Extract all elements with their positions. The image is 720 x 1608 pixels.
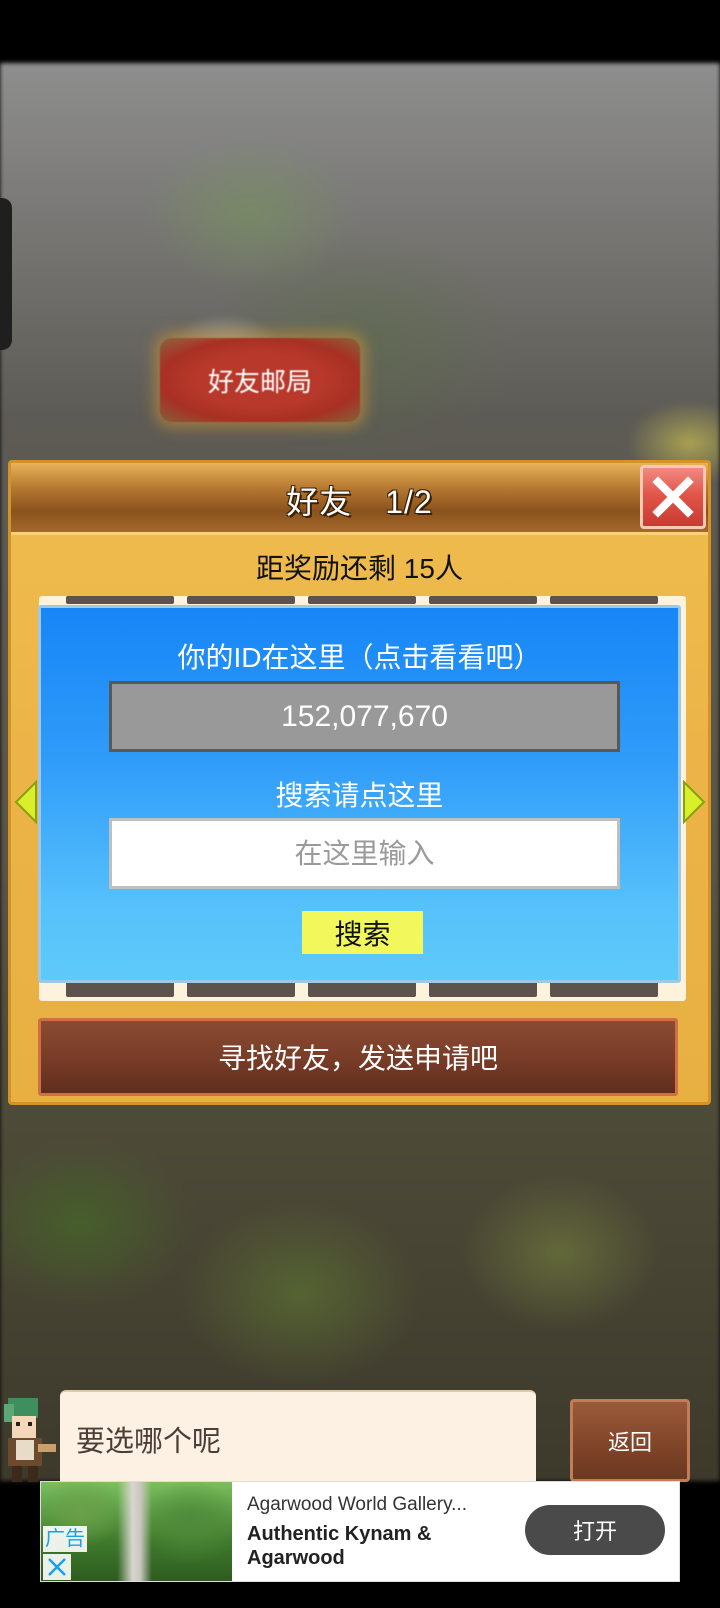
friend-post-office-button[interactable]: 好友邮局 [160,338,360,422]
card-slot[interactable] [550,596,658,604]
card-slots-top [66,596,658,604]
close-icon [652,476,694,518]
ad-small-title[interactable]: Agarwood World Gallery... [247,1494,467,1516]
dialog-text: 要选哪个呢 [76,1426,222,1458]
character-avatar-icon [4,1398,56,1482]
card-slot[interactable] [187,981,295,997]
ad-tag: 广告 [43,1526,87,1552]
search-input[interactable] [109,818,620,889]
close-button[interactable] [640,465,706,529]
dialog-bubble: 要选哪个呢 [60,1390,536,1482]
card-slot[interactable] [429,596,537,604]
panel-header: 好友 1/2 [11,463,708,535]
card-slots-bottom [66,981,658,997]
search-friend-panel: 你的ID在这里（点击看看吧） 152,077,670 搜索请点这里 搜索 [38,605,681,983]
card-slot[interactable] [66,981,174,997]
arrow-right-icon[interactable] [682,780,706,824]
navigation-bar [0,1582,720,1608]
find-friends-button[interactable]: 寻找好友，发送申请吧 [38,1018,678,1096]
card-slot[interactable] [66,596,174,604]
back-button[interactable]: 返回 [570,1399,690,1482]
arrow-left-icon[interactable] [14,780,38,824]
card-slot[interactable] [550,981,658,997]
search-button[interactable]: 搜索 [302,911,423,954]
status-bar [0,0,720,63]
ad-close-button[interactable] [43,1554,71,1580]
card-slot[interactable] [429,981,537,997]
reward-remaining-text: 距奖励还剩 15人 [256,553,463,584]
ad-banner[interactable]: 广告 Agarwood World Gallery... Authentic K… [40,1481,680,1582]
card-slot[interactable] [308,596,416,604]
search-label: 搜索请点这里 [275,780,444,811]
card-slot[interactable] [308,981,416,997]
close-icon [48,1558,66,1576]
player-id-display[interactable]: 152,077,670 [109,681,620,752]
ad-open-button[interactable]: 打开 [525,1505,665,1555]
your-id-label[interactable]: 你的ID在这里（点击看看吧） [41,636,678,676]
card-slot[interactable] [187,596,295,604]
side-drawer-handle[interactable] [0,198,12,350]
panel-title: 好友 1/2 [286,484,433,520]
ad-big-title[interactable]: Authentic Kynam & Agarwood [247,1522,487,1570]
